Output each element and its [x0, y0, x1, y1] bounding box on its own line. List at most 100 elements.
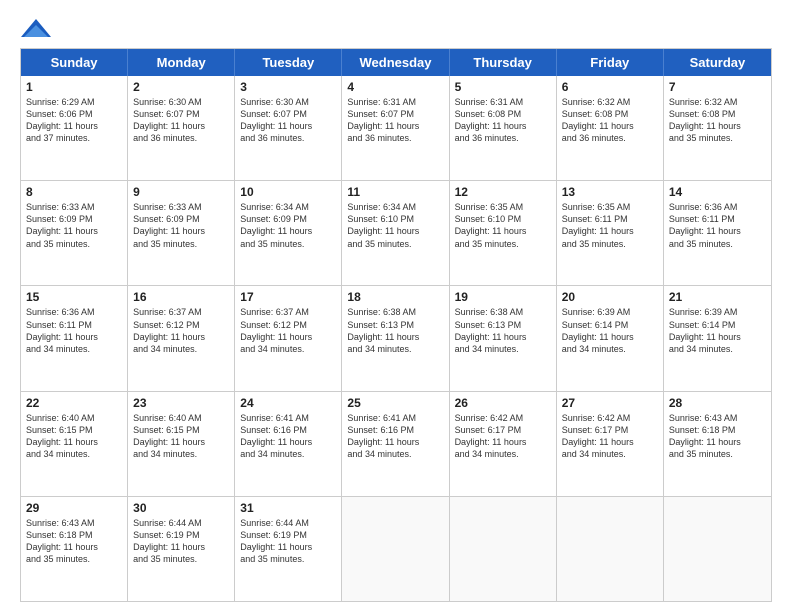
- cal-cell: 24Sunrise: 6:41 AM Sunset: 6:16 PM Dayli…: [235, 392, 342, 496]
- day-info: Sunrise: 6:39 AM Sunset: 6:14 PM Dayligh…: [669, 306, 766, 355]
- day-number: 14: [669, 185, 766, 199]
- day-number: 24: [240, 396, 336, 410]
- day-number: 8: [26, 185, 122, 199]
- cal-week-2: 8 Sunrise: 6:33 AM Sunset: 6:09 PM Daylig…: [21, 181, 771, 286]
- day-info: Sunrise: 6:30 AM Sunset: 6:07 PM Dayligh…: [133, 96, 229, 145]
- cal-cell: 20 Sunrise: 6:39 AM Sunset: 6:14 PM Dayli…: [557, 286, 664, 390]
- cal-cell: 1 Sunrise: 6:29 AM Sunset: 6:06 PM Daylig…: [21, 76, 128, 180]
- day-number: 11: [347, 185, 443, 199]
- day-info: Sunrise: 6:37 AM Sunset: 6:12 PM Dayligh…: [240, 306, 336, 355]
- day-number: 10: [240, 185, 336, 199]
- day-info: Sunrise: 6:43 AM Sunset: 6:18 PM Dayligh…: [26, 517, 122, 566]
- day-info: Sunrise: 6:36 AM Sunset: 6:11 PM Dayligh…: [669, 201, 766, 250]
- day-info: Sunrise: 6:30 AM Sunset: 6:07 PM Dayligh…: [240, 96, 336, 145]
- day-number: 18: [347, 290, 443, 304]
- cal-header-sunday: Sunday: [21, 49, 128, 76]
- day-info: Sunrise: 6:40 AM Sunset: 6:15 PM Dayligh…: [26, 412, 122, 461]
- calendar-header: SundayMondayTuesdayWednesdayThursdayFrid…: [21, 49, 771, 76]
- cal-cell: 30 Sunrise: 6:44 AM Sunset: 6:19 PM Dayli…: [128, 497, 235, 601]
- day-info: Sunrise: 6:36 AM Sunset: 6:11 PM Dayligh…: [26, 306, 122, 355]
- day-number: 2: [133, 80, 229, 94]
- cal-header-monday: Monday: [128, 49, 235, 76]
- day-number: 3: [240, 80, 336, 94]
- cal-week-4: 22 Sunrise: 6:40 AM Sunset: 6:15 PM Dayli…: [21, 392, 771, 497]
- cal-cell: 6Sunrise: 6:32 AM Sunset: 6:08 PM Daylig…: [557, 76, 664, 180]
- day-info: Sunrise: 6:32 AM Sunset: 6:08 PM Dayligh…: [562, 96, 658, 145]
- day-number: 5: [455, 80, 551, 94]
- logo: [20, 18, 52, 38]
- day-info: Sunrise: 6:41 AM Sunset: 6:16 PM Dayligh…: [347, 412, 443, 461]
- day-number: 12: [455, 185, 551, 199]
- day-number: 28: [669, 396, 766, 410]
- day-info: Sunrise: 6:37 AM Sunset: 6:12 PM Dayligh…: [133, 306, 229, 355]
- day-info: Sunrise: 6:42 AM Sunset: 6:17 PM Dayligh…: [455, 412, 551, 461]
- day-info: Sunrise: 6:29 AM Sunset: 6:06 PM Dayligh…: [26, 96, 122, 145]
- cal-cell: 4 Sunrise: 6:31 AM Sunset: 6:07 PM Daylig…: [342, 76, 449, 180]
- cal-cell: 17Sunrise: 6:37 AM Sunset: 6:12 PM Dayli…: [235, 286, 342, 390]
- day-info: Sunrise: 6:32 AM Sunset: 6:08 PM Dayligh…: [669, 96, 766, 145]
- day-info: Sunrise: 6:44 AM Sunset: 6:19 PM Dayligh…: [240, 517, 336, 566]
- cal-cell: 31 Sunrise: 6:44 AM Sunset: 6:19 PM Dayli…: [235, 497, 342, 601]
- cal-cell: 15 Sunrise: 6:36 AM Sunset: 6:11 PM Dayli…: [21, 286, 128, 390]
- cal-header-wednesday: Wednesday: [342, 49, 449, 76]
- day-number: 19: [455, 290, 551, 304]
- day-info: Sunrise: 6:33 AM Sunset: 6:09 PM Dayligh…: [133, 201, 229, 250]
- cal-cell: 25 Sunrise: 6:41 AM Sunset: 6:16 PM Dayli…: [342, 392, 449, 496]
- day-number: 4: [347, 80, 443, 94]
- cal-cell: 11 Sunrise: 6:34 AM Sunset: 6:10 PM Dayli…: [342, 181, 449, 285]
- day-info: Sunrise: 6:39 AM Sunset: 6:14 PM Dayligh…: [562, 306, 658, 355]
- day-info: Sunrise: 6:38 AM Sunset: 6:13 PM Dayligh…: [347, 306, 443, 355]
- cal-cell: 28 Sunrise: 6:43 AM Sunset: 6:18 PM Dayli…: [664, 392, 771, 496]
- day-number: 7: [669, 80, 766, 94]
- cal-cell: 16 Sunrise: 6:37 AM Sunset: 6:12 PM Dayli…: [128, 286, 235, 390]
- day-number: 21: [669, 290, 766, 304]
- cal-cell: [557, 497, 664, 601]
- cal-header-saturday: Saturday: [664, 49, 771, 76]
- day-info: Sunrise: 6:35 AM Sunset: 6:10 PM Dayligh…: [455, 201, 551, 250]
- day-number: 26: [455, 396, 551, 410]
- cal-cell: 8 Sunrise: 6:33 AM Sunset: 6:09 PM Daylig…: [21, 181, 128, 285]
- day-number: 23: [133, 396, 229, 410]
- day-number: 22: [26, 396, 122, 410]
- logo-icon: [20, 18, 52, 38]
- cal-cell: 13 Sunrise: 6:35 AM Sunset: 6:11 PM Dayli…: [557, 181, 664, 285]
- day-info: Sunrise: 6:38 AM Sunset: 6:13 PM Dayligh…: [455, 306, 551, 355]
- day-info: Sunrise: 6:43 AM Sunset: 6:18 PM Dayligh…: [669, 412, 766, 461]
- header: [20, 18, 772, 38]
- day-info: Sunrise: 6:31 AM Sunset: 6:08 PM Dayligh…: [455, 96, 551, 145]
- day-info: Sunrise: 6:31 AM Sunset: 6:07 PM Dayligh…: [347, 96, 443, 145]
- day-number: 30: [133, 501, 229, 515]
- day-number: 1: [26, 80, 122, 94]
- day-info: Sunrise: 6:34 AM Sunset: 6:10 PM Dayligh…: [347, 201, 443, 250]
- cal-cell: [450, 497, 557, 601]
- cal-cell: 27Sunrise: 6:42 AM Sunset: 6:17 PM Dayli…: [557, 392, 664, 496]
- day-info: Sunrise: 6:35 AM Sunset: 6:11 PM Dayligh…: [562, 201, 658, 250]
- cal-cell: 22 Sunrise: 6:40 AM Sunset: 6:15 PM Dayli…: [21, 392, 128, 496]
- day-number: 13: [562, 185, 658, 199]
- cal-cell: 21 Sunrise: 6:39 AM Sunset: 6:14 PM Dayli…: [664, 286, 771, 390]
- day-number: 29: [26, 501, 122, 515]
- day-number: 27: [562, 396, 658, 410]
- cal-cell: 18 Sunrise: 6:38 AM Sunset: 6:13 PM Dayli…: [342, 286, 449, 390]
- cal-header-thursday: Thursday: [450, 49, 557, 76]
- cal-cell: 23Sunrise: 6:40 AM Sunset: 6:15 PM Dayli…: [128, 392, 235, 496]
- day-number: 25: [347, 396, 443, 410]
- day-number: 31: [240, 501, 336, 515]
- cal-cell: 19 Sunrise: 6:38 AM Sunset: 6:13 PM Dayli…: [450, 286, 557, 390]
- cal-cell: 12 Sunrise: 6:35 AM Sunset: 6:10 PM Dayli…: [450, 181, 557, 285]
- cal-header-tuesday: Tuesday: [235, 49, 342, 76]
- day-info: Sunrise: 6:33 AM Sunset: 6:09 PM Dayligh…: [26, 201, 122, 250]
- cal-header-friday: Friday: [557, 49, 664, 76]
- day-number: 15: [26, 290, 122, 304]
- day-number: 20: [562, 290, 658, 304]
- cal-cell: 7 Sunrise: 6:32 AM Sunset: 6:08 PM Daylig…: [664, 76, 771, 180]
- cal-week-1: 1 Sunrise: 6:29 AM Sunset: 6:06 PM Daylig…: [21, 76, 771, 181]
- day-info: Sunrise: 6:44 AM Sunset: 6:19 PM Dayligh…: [133, 517, 229, 566]
- cal-cell: 5 Sunrise: 6:31 AM Sunset: 6:08 PM Daylig…: [450, 76, 557, 180]
- day-number: 16: [133, 290, 229, 304]
- cal-cell: 10Sunrise: 6:34 AM Sunset: 6:09 PM Dayli…: [235, 181, 342, 285]
- cal-cell: 2 Sunrise: 6:30 AM Sunset: 6:07 PM Daylig…: [128, 76, 235, 180]
- cal-cell: 14 Sunrise: 6:36 AM Sunset: 6:11 PM Dayli…: [664, 181, 771, 285]
- cal-cell: 3 Sunrise: 6:30 AM Sunset: 6:07 PM Daylig…: [235, 76, 342, 180]
- cal-week-3: 15 Sunrise: 6:36 AM Sunset: 6:11 PM Dayli…: [21, 286, 771, 391]
